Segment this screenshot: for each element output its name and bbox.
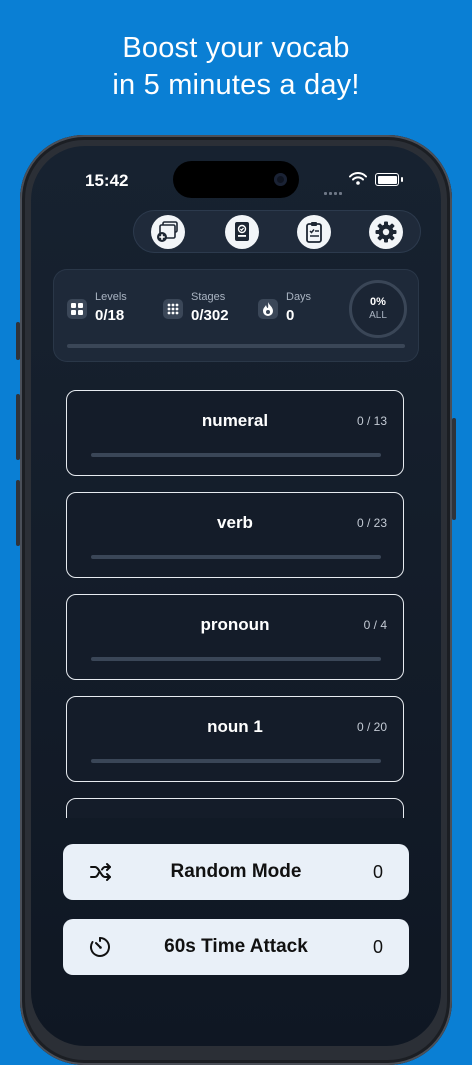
headline-line-1: Boost your vocab: [122, 32, 350, 64]
overall-progress-bar: [67, 344, 405, 348]
level-card-noun-1[interactable]: noun 1 0 / 20: [66, 696, 404, 782]
time-attack-button[interactable]: 60s Time Attack 0: [63, 919, 409, 975]
random-mode-button[interactable]: Random Mode 0: [63, 844, 409, 900]
promo-headline: Boost your vocab in 5 minutes a day!: [0, 30, 472, 104]
settings-button[interactable]: [369, 215, 403, 249]
level-list[interactable]: numeral 0 / 13 verb 0 / 23 pronoun 0 / 4…: [31, 382, 441, 818]
front-camera: [274, 173, 287, 186]
flame-icon: [258, 299, 278, 319]
days-label: Days: [286, 291, 312, 303]
level-name: numeral: [201, 411, 269, 430]
level-progress-bar: [91, 555, 381, 559]
wifi-icon: [349, 172, 367, 185]
level-count: 0 / 13: [356, 414, 387, 428]
phone-volume-up: [16, 394, 20, 460]
battery-icon: [375, 173, 403, 186]
status-time: 15:42: [85, 171, 129, 190]
level-card-verb[interactable]: verb 0 / 23: [66, 492, 404, 578]
level-count: 0 / 4: [363, 618, 387, 632]
learned-words-button[interactable]: [225, 215, 259, 249]
gear-icon: [375, 221, 397, 243]
level-progress-bar: [91, 759, 381, 763]
stages-value: 0/302: [191, 307, 229, 324]
review-list-button[interactable]: [297, 215, 331, 249]
grid-icon: [67, 299, 87, 319]
levels-value: 0/18: [95, 307, 125, 324]
phone-mute-switch: [16, 322, 20, 360]
random-mode-label: Random Mode: [170, 861, 302, 882]
add-cards-button[interactable]: [151, 215, 185, 249]
level-card-numeral[interactable]: numeral 0 / 13: [66, 390, 404, 476]
level-name: noun 1: [207, 717, 263, 736]
overall-percent: 0%: [370, 296, 386, 308]
phone-power-button: [452, 418, 456, 520]
level-card-pronoun[interactable]: pronoun 0 / 4: [66, 594, 404, 680]
stages-label: Stages: [191, 291, 226, 303]
level-count: 0 / 20: [356, 720, 387, 734]
dots-grid-icon: [163, 299, 183, 319]
overall-progress-ring: 0% ALL: [349, 280, 407, 338]
cellular-signal-icon: [324, 182, 344, 200]
time-attack-label: 60s Time Attack: [164, 936, 308, 957]
level-card-partial[interactable]: [66, 798, 404, 818]
add-cards-icon: [157, 221, 178, 242]
dynamic-island: [173, 161, 299, 198]
headline-line-2: in 5 minutes a day!: [112, 69, 360, 101]
levels-label: Levels: [95, 291, 127, 303]
level-progress-bar: [91, 657, 381, 661]
book-check-icon: [235, 222, 249, 241]
days-value: 0: [286, 307, 295, 324]
level-name: verb: [217, 513, 253, 532]
level-progress-bar: [91, 453, 381, 457]
time-attack-count: 0: [372, 937, 383, 957]
phone-volume-down: [16, 480, 20, 546]
level-name: pronoun: [200, 615, 270, 634]
random-mode-count: 0: [372, 862, 383, 882]
top-toolbar: [133, 210, 421, 253]
app-screen: 15:42 Levels 0/18 Stages 0/302 Days 0 0%…: [31, 146, 441, 1046]
overall-label: ALL: [369, 310, 387, 321]
level-count: 0 / 23: [356, 516, 387, 530]
progress-summary-card: Levels 0/18 Stages 0/302 Days 0 0% ALL: [53, 269, 419, 362]
clipboard-list-icon: [306, 222, 322, 243]
